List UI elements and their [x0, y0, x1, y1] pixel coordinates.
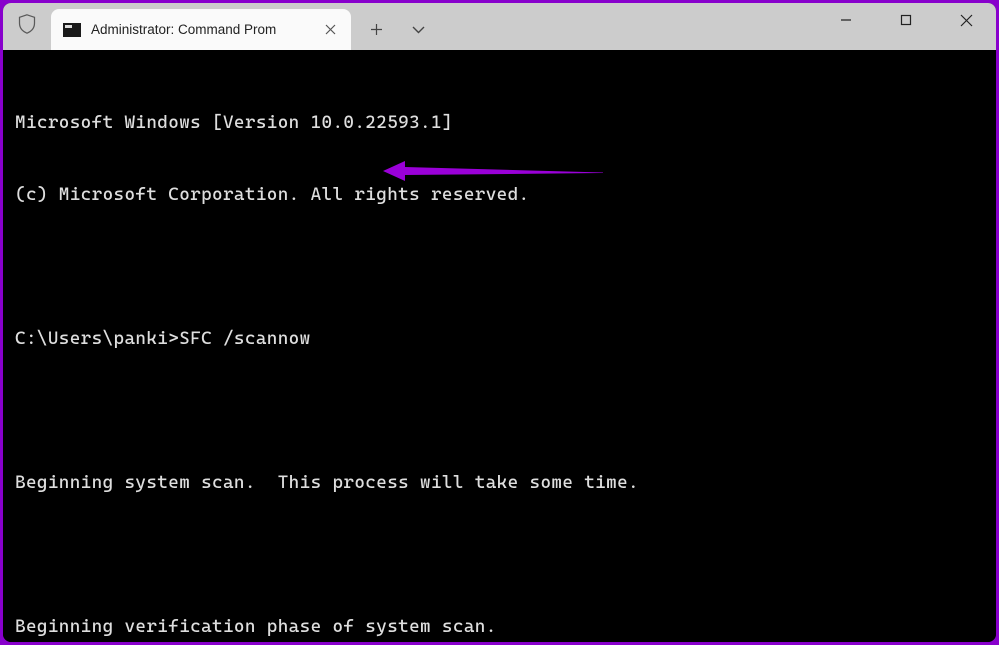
- tab-active[interactable]: Administrator: Command Prom: [51, 9, 351, 50]
- new-tab-button[interactable]: [355, 9, 397, 50]
- close-button[interactable]: [936, 3, 996, 37]
- terminal-window: Administrator: Command Prom: [3, 3, 996, 642]
- terminal-line: C:\Users\panki>SFC /scannow: [15, 327, 984, 351]
- terminal-line: [15, 255, 984, 279]
- shield-icon: [17, 13, 37, 40]
- cmd-icon: [63, 23, 81, 37]
- terminal-line: [15, 399, 984, 423]
- arrow-annotation: [317, 135, 537, 159]
- terminal-line: [15, 543, 984, 567]
- tab-actions: [355, 3, 439, 50]
- maximize-button[interactable]: [876, 3, 936, 37]
- terminal-line: Microsoft Windows [Version 10.0.22593.1]: [15, 111, 984, 135]
- terminal-line: Beginning verification phase of system s…: [15, 615, 984, 639]
- shield-area: [3, 3, 51, 50]
- titlebar[interactable]: Administrator: Command Prom: [3, 3, 996, 50]
- tab-dropdown-button[interactable]: [397, 9, 439, 50]
- minimize-button[interactable]: [816, 3, 876, 37]
- tab-close-button[interactable]: [317, 17, 343, 43]
- tab-title: Administrator: Command Prom: [91, 22, 307, 37]
- terminal-content[interactable]: Microsoft Windows [Version 10.0.22593.1]…: [3, 50, 996, 642]
- terminal-line: Beginning system scan. This process will…: [15, 471, 984, 495]
- terminal-line: (c) Microsoft Corporation. All rights re…: [15, 183, 984, 207]
- window-controls: [816, 3, 996, 37]
